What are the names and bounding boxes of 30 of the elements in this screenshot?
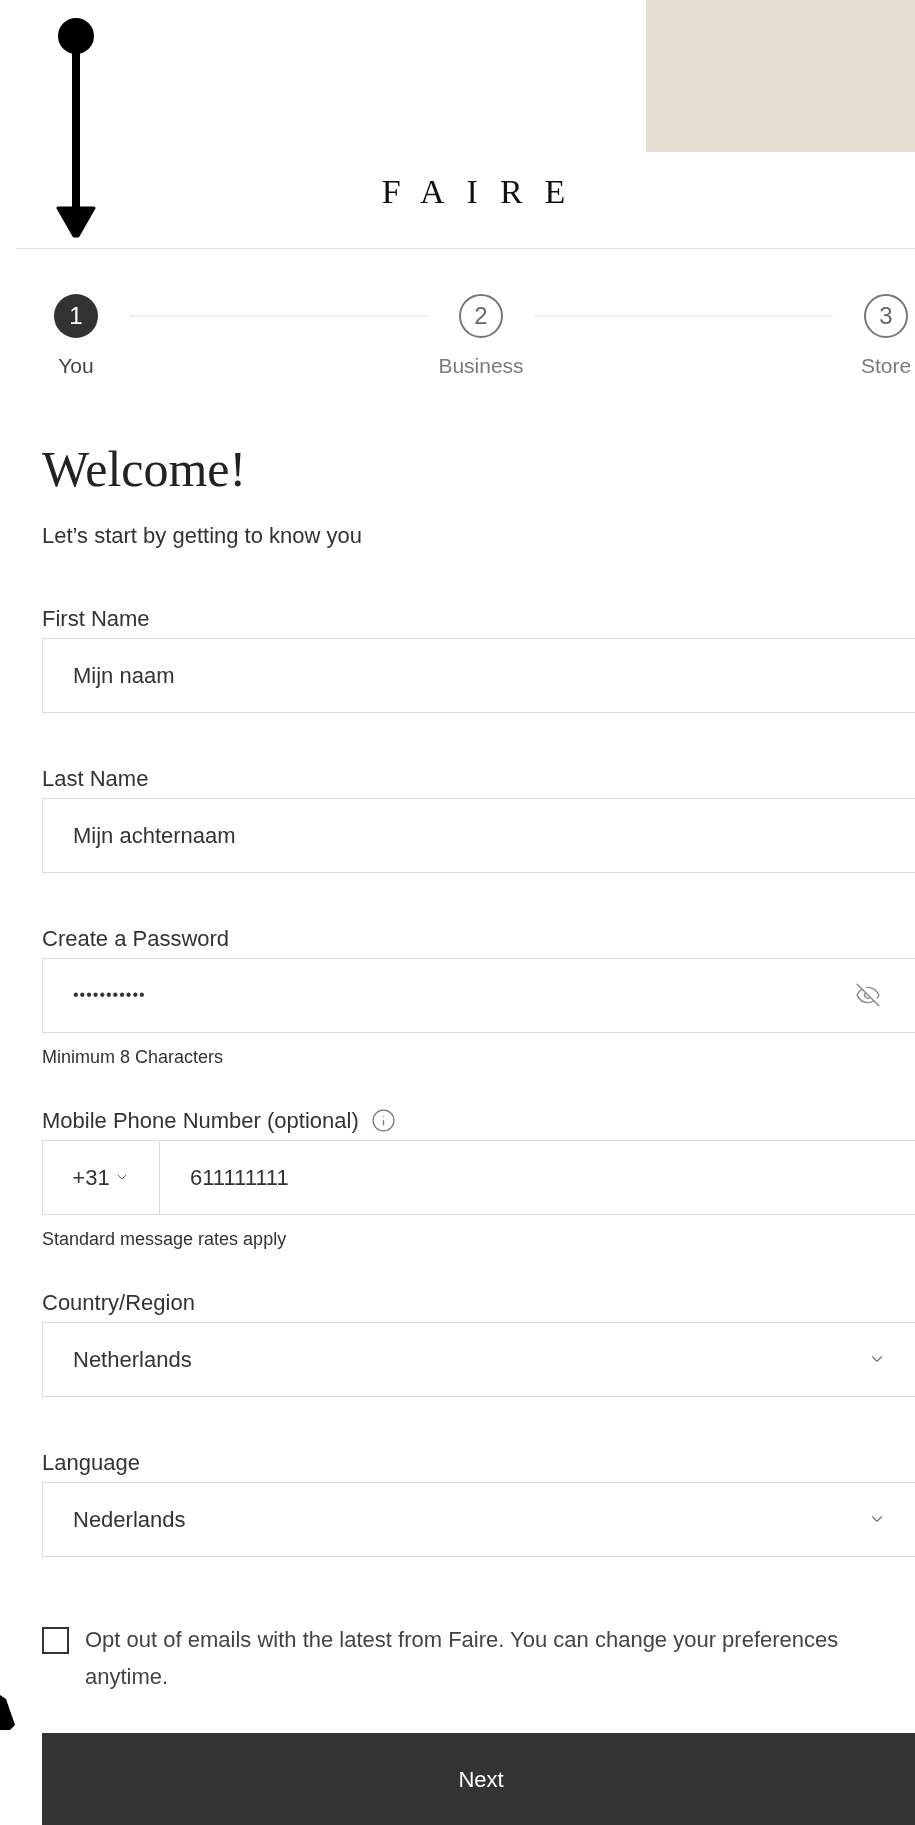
field-hint: Minimum 8 Characters bbox=[42, 1045, 225, 1069]
country-code-select[interactable]: +31 bbox=[43, 1140, 160, 1214]
step-label: Store bbox=[860, 353, 912, 379]
opt-out-label: Opt out of emails with the latest from Faire. You can change your preferences anytime. bbox=[85, 1625, 840, 1691]
phone-field[interactable]: +31 611111111 bbox=[42, 1139, 915, 1215]
info-icon[interactable] bbox=[370, 1108, 396, 1133]
step-label: You bbox=[58, 353, 94, 379]
text-field[interactable]: Mijn achternaam bbox=[42, 797, 915, 873]
field-label: First Name bbox=[42, 605, 150, 633]
logo[interactable]: FAIRE bbox=[359, 166, 588, 217]
step-number[interactable]: 2 bbox=[459, 294, 503, 338]
field-label: Last Name bbox=[42, 765, 149, 793]
password-field[interactable]: ••••••••••• bbox=[42, 957, 915, 1033]
step-number[interactable]: 3 bbox=[864, 294, 908, 338]
welcome-heading: Welcome! bbox=[42, 439, 248, 499]
subheading: Let’s start by getting to know you bbox=[42, 521, 363, 550]
eye-off-icon[interactable] bbox=[855, 982, 881, 1008]
opt-out-checkbox[interactable] bbox=[42, 1626, 69, 1654]
step-label: Business bbox=[438, 353, 524, 379]
text-field[interactable]: Mijn naam bbox=[42, 637, 915, 713]
field-label: Language bbox=[42, 1449, 140, 1477]
annotation-arrow-tip-drawing bbox=[0, 1695, 16, 1731]
select-field[interactable]: Netherlands bbox=[42, 1321, 915, 1397]
field-label: Mobile Phone Number (optional) bbox=[42, 1107, 359, 1135]
next-button[interactable]: Next bbox=[42, 1732, 915, 1825]
field-hint: Standard message rates apply bbox=[42, 1227, 288, 1251]
select-field[interactable]: Nederlands bbox=[42, 1481, 915, 1557]
field-label: Create a Password bbox=[42, 925, 230, 953]
field-label: Country/Region bbox=[42, 1289, 195, 1317]
step-number[interactable]: 1 bbox=[54, 294, 98, 338]
